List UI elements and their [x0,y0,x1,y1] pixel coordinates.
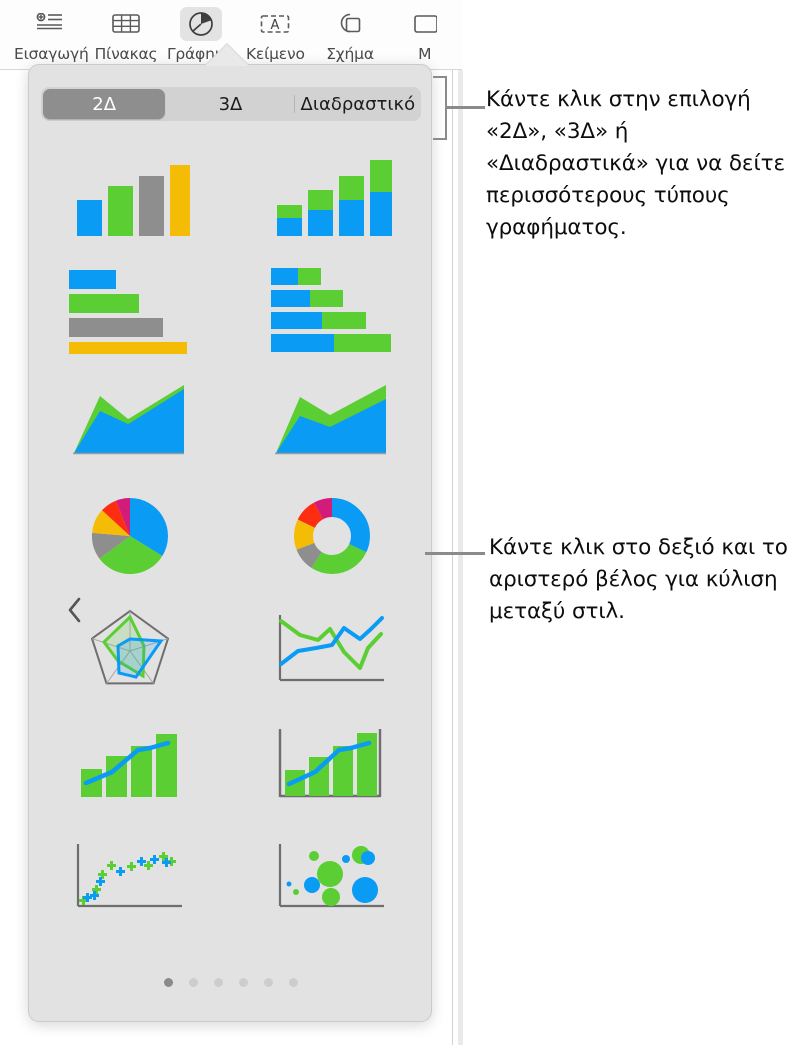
radar-chart-graphic [90,609,170,685]
toolbar-item-label: Μ [418,45,432,63]
callout-bracket [433,76,447,140]
chart-thumb-stacked-area-chart[interactable] [231,365,431,479]
page-dot-4[interactable] [239,978,248,987]
chart-row [29,251,431,365]
stacked-bar-chart-graphic [271,268,391,352]
toolbar-item-label: Κείμενο [245,45,305,63]
callout-text: Κάντε κλικ στην επιλογή «2Δ», «3Δ» ή «Δι… [486,87,785,240]
segment-divider [293,95,295,113]
callout-leader-line [447,106,485,109]
toolbar-item-label: Εισαγωγή [14,45,89,63]
text-icon: A [254,7,296,41]
bar-chart-graphic [69,270,187,354]
stacked-column-chart-graphic [277,160,392,236]
chart-thumb-pie-chart[interactable] [29,479,231,593]
page-dot-6[interactable] [289,978,298,987]
toolbar-item-table[interactable]: Πίνακας [89,0,164,63]
chart-thumb-stacked-bar-chart[interactable] [231,251,431,365]
chart-type-popover: 2Δ 3Δ Διαδραστικό [28,64,432,1022]
chart-thumb-stacked-column-chart[interactable] [231,137,431,251]
chart-row [29,365,431,479]
chart-thumb-bar-chart[interactable] [29,251,231,365]
pie-chart-graphic [91,498,168,575]
chart-row [29,479,431,593]
toolbar-item-media[interactable]: Μ [387,0,462,63]
mixed-chart-graphic [81,734,177,797]
page-dot-2[interactable] [189,978,198,987]
chart-dimension-segmented-control[interactable]: 2Δ 3Δ Διαδραστικό [41,87,421,121]
chevron-right-icon [428,596,432,624]
chart-thumb-two-axis-chart[interactable] [231,707,431,821]
bubble-chart-graphic [278,844,384,908]
stacked-area-chart-graphic [275,385,386,455]
document-edge-line [452,70,453,1045]
segment-interactive[interactable]: Διαδραστικό [297,89,419,119]
toolbar-item-label: Πίνακας [94,45,158,63]
callout-text: Κάντε κλικ στο δεξιό και το αριστερό βέλ… [489,535,788,624]
segment-2d[interactable]: 2Δ [43,89,166,119]
document-edge-line-2 [458,70,463,1045]
segment-3d[interactable]: 3Δ [169,89,291,119]
toolbar-item-text[interactable]: A Κείμενο [238,0,313,63]
chart-row [29,707,431,821]
page-dot-3[interactable] [214,978,223,987]
chart-row [29,821,431,935]
callout-leader-line [425,552,485,555]
table-icon [105,7,147,41]
shape-icon [329,7,371,41]
chart-thumb-column-chart[interactable] [29,137,231,251]
area-chart-graphic [73,385,184,455]
toolbar-item-insert[interactable]: Εισαγωγή [14,0,89,63]
chart-row [29,137,431,251]
popover-pointer [205,44,249,66]
media-icon [404,7,446,41]
toolbar-item-shape[interactable]: Σχήμα [313,0,388,63]
chart-thumb-mixed-column-line-chart[interactable] [29,707,231,821]
chart-thumb-donut-chart[interactable] [231,479,431,593]
page-dot-5[interactable] [264,978,273,987]
donut-chart-graphic [294,498,370,574]
scatter-chart-graphic [76,844,182,908]
chart-thumb-line-chart[interactable] [231,593,431,707]
line-chart-graphic [278,615,384,682]
insert-icon [30,7,72,41]
two-axis-chart-graphic [278,729,382,798]
chevron-left-icon [68,597,81,623]
chart-thumbnail-grid [29,137,431,935]
svg-text:A: A [271,18,280,33]
chart-thumb-scatter-chart[interactable] [29,821,231,935]
column-chart-graphic [77,165,190,236]
next-styles-arrow[interactable] [417,585,432,635]
page-indicator-dots[interactable] [29,978,431,987]
toolbar-item-label: Σχήμα [326,45,374,63]
chart-thumb-bubble-chart[interactable] [231,821,431,935]
page-dot-1[interactable] [164,978,173,987]
previous-styles-arrow[interactable] [55,585,95,635]
chart-thumb-area-chart[interactable] [29,365,231,479]
chart-icon [179,7,222,41]
